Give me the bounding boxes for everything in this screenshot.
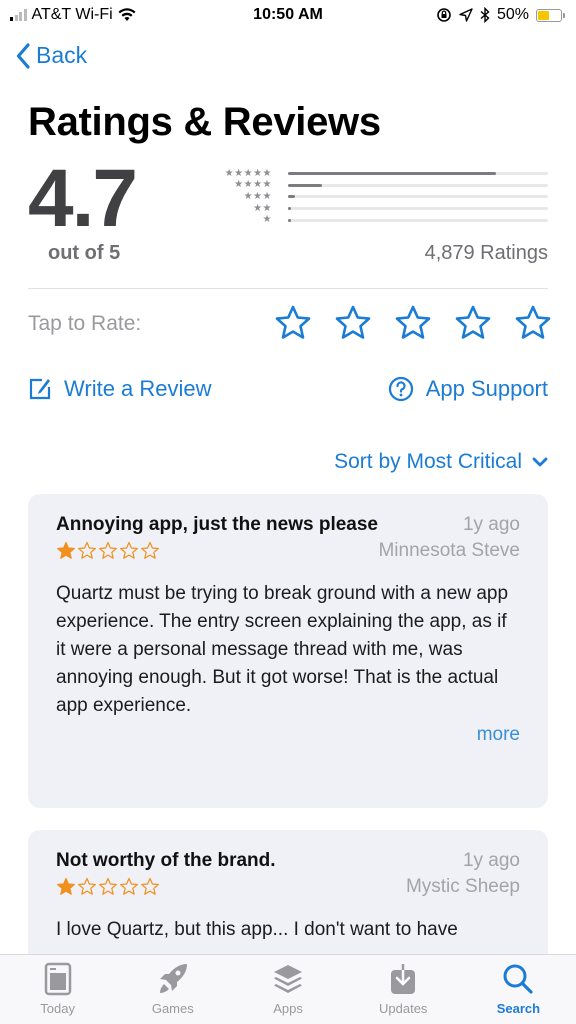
tab-apps[interactable]: Apps [230, 955, 345, 1024]
histogram-bar [288, 172, 496, 176]
histogram-star-label: ★★ [253, 202, 272, 214]
histogram-bar [288, 183, 322, 187]
compose-icon [29, 378, 51, 400]
review-body: Quartz must be trying to break ground wi… [56, 583, 509, 716]
histogram-track [288, 183, 548, 187]
chevron-down-icon [532, 457, 548, 467]
review-title: Annoying app, just the news please [56, 514, 378, 535]
star-empty-icon [119, 877, 139, 897]
tab-games[interactable]: Games [115, 955, 230, 1024]
tab-label: Today [40, 1001, 75, 1016]
review-stars [56, 541, 160, 561]
histogram-row: ★ [206, 214, 548, 226]
back-label: Back [36, 42, 88, 68]
histogram-row: ★★★★ [206, 180, 548, 192]
review-date: 1y ago [462, 850, 520, 871]
star-empty-icon [119, 541, 139, 561]
star-empty-icon [77, 541, 97, 561]
today-icon [40, 961, 76, 997]
histogram-row: ★★ [206, 203, 548, 215]
ratings-count: 4,879 Ratings [424, 242, 548, 264]
histogram-track [288, 207, 548, 211]
review-author: Minnesota Steve [378, 540, 520, 561]
histogram-bar [288, 195, 295, 199]
write-review-label: Write a Review [64, 376, 212, 401]
search-icon [500, 961, 536, 997]
rate-star-4-icon[interactable] [454, 304, 492, 342]
tab-updates[interactable]: Updates [346, 955, 461, 1024]
tap-to-rate-stars [274, 304, 552, 342]
sort-dropdown[interactable]: Sort by Most Critical [334, 450, 548, 474]
star-empty-icon [140, 541, 160, 561]
rating-histogram: ★★★★★ ★★★★ ★★★ ★★ ★ [206, 168, 548, 226]
histogram-star-label: ★★★★ [234, 179, 272, 191]
orientation-lock-icon [437, 8, 451, 22]
review-author: Mystic Sheep [405, 876, 520, 897]
histogram-star-label: ★★★ [243, 190, 272, 202]
star-empty-icon [98, 541, 118, 561]
battery-percent: 50% [496, 6, 529, 23]
review-body: I love Quartz, but this app... I don't w… [56, 919, 458, 940]
star-filled-icon [56, 541, 76, 561]
rate-star-1-icon[interactable] [274, 304, 312, 342]
divider [28, 288, 548, 289]
back-button[interactable]: Back [16, 42, 87, 69]
star-empty-icon [77, 877, 97, 897]
tap-to-rate-label: Tap to Rate: [28, 312, 142, 335]
histogram-track [288, 195, 548, 199]
tab-search[interactable]: Search [461, 955, 576, 1024]
tab-label: Updates [379, 1001, 428, 1016]
star-empty-icon [140, 877, 160, 897]
histogram-track [288, 172, 548, 176]
average-rating: 4.7 [28, 153, 138, 244]
star-filled-icon [56, 877, 76, 897]
download-icon [385, 961, 421, 997]
histogram-bar [288, 207, 292, 211]
histogram-star-label: ★★★★★ [224, 167, 272, 179]
app-support-button[interactable]: App Support [388, 376, 548, 402]
review-stars [56, 877, 160, 897]
status-bar: AT&T Wi-Fi 10:50 AM 50% [0, 0, 576, 34]
tab-label: Apps [273, 1001, 303, 1016]
rate-star-2-icon[interactable] [334, 304, 372, 342]
sort-label: Sort by Most Critical [334, 450, 522, 473]
location-icon [459, 8, 473, 22]
tab-label: Games [151, 1001, 194, 1016]
battery-icon [536, 8, 565, 22]
rate-star-5-icon[interactable] [514, 304, 552, 342]
more-link[interactable]: more [56, 724, 520, 746]
app-support-label: App Support [425, 376, 548, 401]
stack-icon [270, 961, 306, 997]
tab-today[interactable]: Today [0, 955, 115, 1024]
histogram-star-label: ★ [262, 214, 272, 226]
histogram-track [288, 218, 548, 222]
review-card[interactable]: Annoying app, just the news please 1y ag… [28, 494, 548, 808]
tab-bar: Today Games Apps Updates Search [0, 954, 576, 1024]
histogram-bar [288, 218, 292, 222]
rate-star-3-icon[interactable] [394, 304, 432, 342]
review-title: Not worthy of the brand. [56, 850, 276, 871]
review-date: 1y ago [462, 514, 520, 535]
chevron-left-icon [16, 42, 30, 69]
rocket-icon [155, 961, 191, 997]
question-circle-icon [388, 376, 413, 402]
star-empty-icon [98, 877, 118, 897]
tab-label: Search [496, 1001, 541, 1016]
histogram-row: ★★★★★ [206, 168, 548, 180]
bluetooth-icon [480, 7, 490, 23]
page-title: Ratings & Reviews [28, 100, 381, 144]
histogram-row: ★★★ [206, 191, 548, 203]
write-review-button[interactable]: Write a Review [28, 376, 212, 402]
out-of-label: out of 5 [48, 242, 121, 264]
